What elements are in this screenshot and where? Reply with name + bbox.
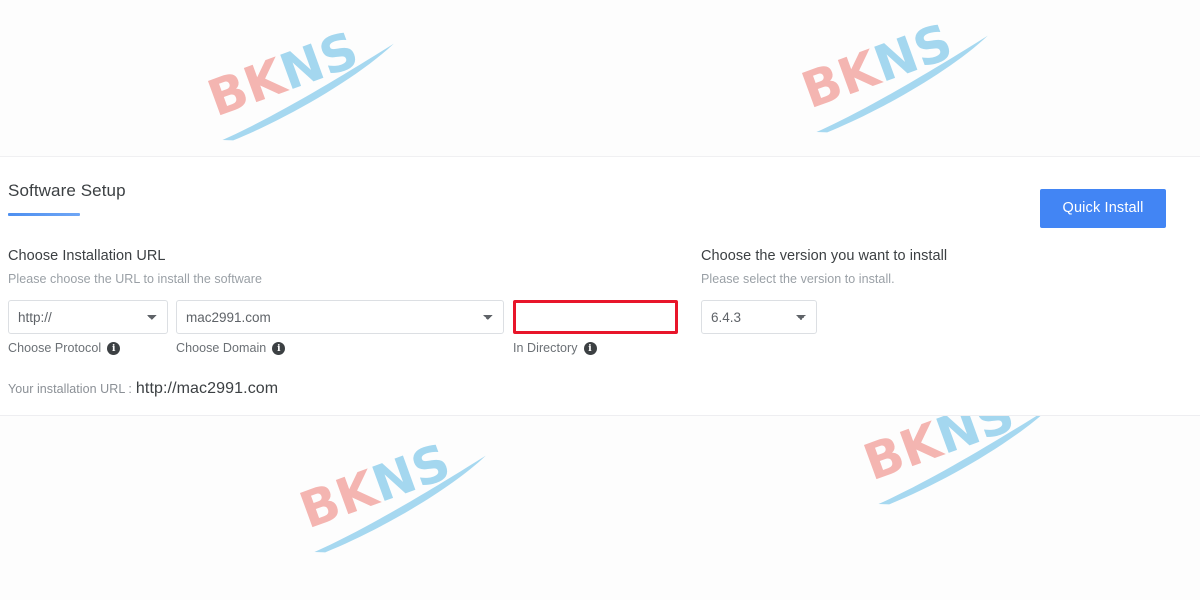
directory-caption-label: In Directory <box>513 341 578 355</box>
version-heading: Choose the version you want to install <box>701 248 948 264</box>
protocol-caption: Choose Protocol i <box>8 341 168 355</box>
watermark-text-bk: BK <box>794 39 887 121</box>
watermark-text: BKNS <box>292 432 458 540</box>
installation-url-fields: http:// Choose Protocol i mac2991.com Ch… <box>8 300 688 355</box>
watermark-text-bk: BK <box>200 47 293 129</box>
domain-caption-label: Choose Domain <box>176 341 267 355</box>
page-title: Software Setup <box>8 181 126 200</box>
info-icon[interactable]: i <box>272 341 286 355</box>
bkns-watermark: BKNS <box>288 420 508 570</box>
watermark-text: BKNS <box>794 12 960 120</box>
info-icon[interactable]: i <box>107 341 121 355</box>
directory-field: In Directory i <box>513 300 678 355</box>
watermark-text-bk: BK <box>292 459 385 541</box>
installation-url-heading: Choose Installation URL <box>8 248 166 264</box>
quick-install-button[interactable]: Quick Install <box>1040 189 1166 228</box>
version-select[interactable]: 6.4.3 <box>701 300 817 334</box>
installation-url-section: Choose Installation URL Please choose th… <box>8 247 688 398</box>
page-background: BKNS BKNS BKNS BKNS Software Setup Quick… <box>0 0 1200 600</box>
watermark-swoosh-icon <box>222 43 394 141</box>
bkns-watermark: BKNS <box>196 8 416 158</box>
domain-caption: Choose Domain i <box>176 341 504 355</box>
bkns-watermark: BKNS <box>790 0 1010 150</box>
title-underline <box>8 213 80 216</box>
watermark-swoosh-icon <box>878 407 1050 505</box>
version-field: 6.4.3 <box>701 300 817 334</box>
watermark-text-ns: NS <box>866 12 960 94</box>
watermark-text-bk: BK <box>856 411 949 493</box>
installation-url-result-label: Your installation URL : <box>8 382 132 396</box>
domain-field: mac2991.com Choose Domain i <box>176 300 504 355</box>
installation-url-result: Your installation URL : http://mac2991.c… <box>8 380 688 398</box>
directory-caption: In Directory i <box>513 341 678 355</box>
watermark-text-ns: NS <box>272 20 366 102</box>
version-section: Choose the version you want to install P… <box>701 247 1161 334</box>
watermark-text: BKNS <box>200 20 366 128</box>
protocol-field: http:// Choose Protocol i <box>8 300 168 355</box>
protocol-caption-label: Choose Protocol <box>8 341 102 355</box>
watermark-text-ns: NS <box>364 432 458 514</box>
protocol-select[interactable]: http:// <box>8 300 168 334</box>
version-subtext: Please select the version to install. <box>701 272 895 286</box>
version-fields: 6.4.3 <box>701 300 1161 334</box>
installation-url-subtext: Please choose the URL to install the sof… <box>8 272 263 286</box>
software-setup-panel: Software Setup Quick Install Choose Inst… <box>0 156 1200 416</box>
panel-header: Software Setup <box>8 181 126 216</box>
directory-input[interactable] <box>513 300 678 334</box>
watermark-swoosh-icon <box>816 35 988 133</box>
watermark-swoosh-icon <box>314 455 486 553</box>
installation-url-result-value: http://mac2991.com <box>135 380 279 397</box>
info-icon[interactable]: i <box>583 341 597 355</box>
domain-select[interactable]: mac2991.com <box>176 300 504 334</box>
